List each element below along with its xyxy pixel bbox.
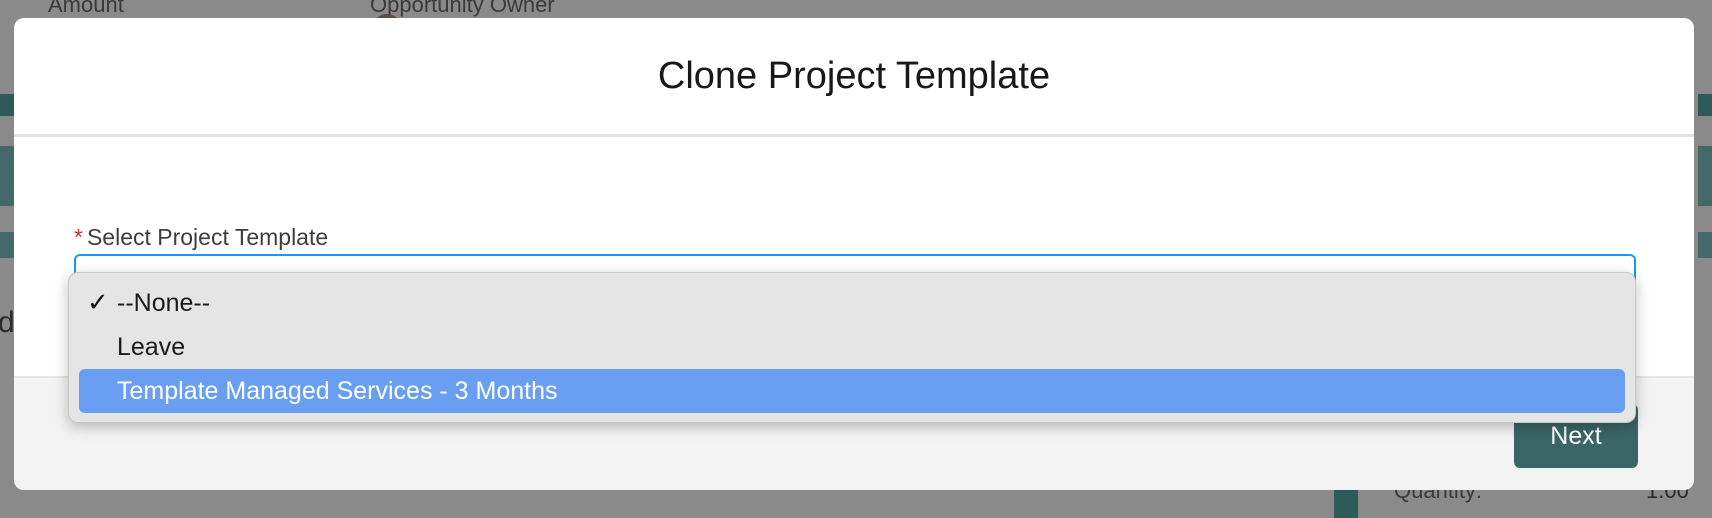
option-label: Leave xyxy=(117,332,186,361)
option-leave[interactable]: Leave xyxy=(79,325,1625,369)
clone-project-template-modal: Clone Project Template * Select Project T… xyxy=(14,18,1694,490)
partial-text: d xyxy=(0,306,15,339)
background-band xyxy=(1698,94,1712,116)
field-label-text: Select Project Template xyxy=(86,224,329,250)
amount-label: Amount xyxy=(48,0,124,17)
modal-header: Clone Project Template xyxy=(14,18,1694,137)
option-none[interactable]: ✓ --None-- xyxy=(79,281,1625,325)
background-band xyxy=(1698,232,1712,258)
background-band xyxy=(0,232,14,258)
option-template-managed-services[interactable]: Template Managed Services - 3 Months xyxy=(79,369,1625,413)
background-band xyxy=(1698,146,1712,206)
select-project-template-label: * Select Project Template xyxy=(74,224,328,251)
background-band xyxy=(0,146,14,206)
background-band xyxy=(0,94,14,116)
opportunity-owner-label: Opportunity Owner xyxy=(370,0,555,17)
checkmark-icon: ✓ xyxy=(87,287,109,317)
option-label: Template Managed Services - 3 Months xyxy=(117,376,558,405)
modal-title: Clone Project Template xyxy=(657,54,1051,97)
project-template-dropdown[interactable]: ✓ --None-- Leave Template Managed Servic… xyxy=(68,272,1636,423)
option-label: --None-- xyxy=(117,288,211,317)
required-marker: * xyxy=(74,224,83,250)
